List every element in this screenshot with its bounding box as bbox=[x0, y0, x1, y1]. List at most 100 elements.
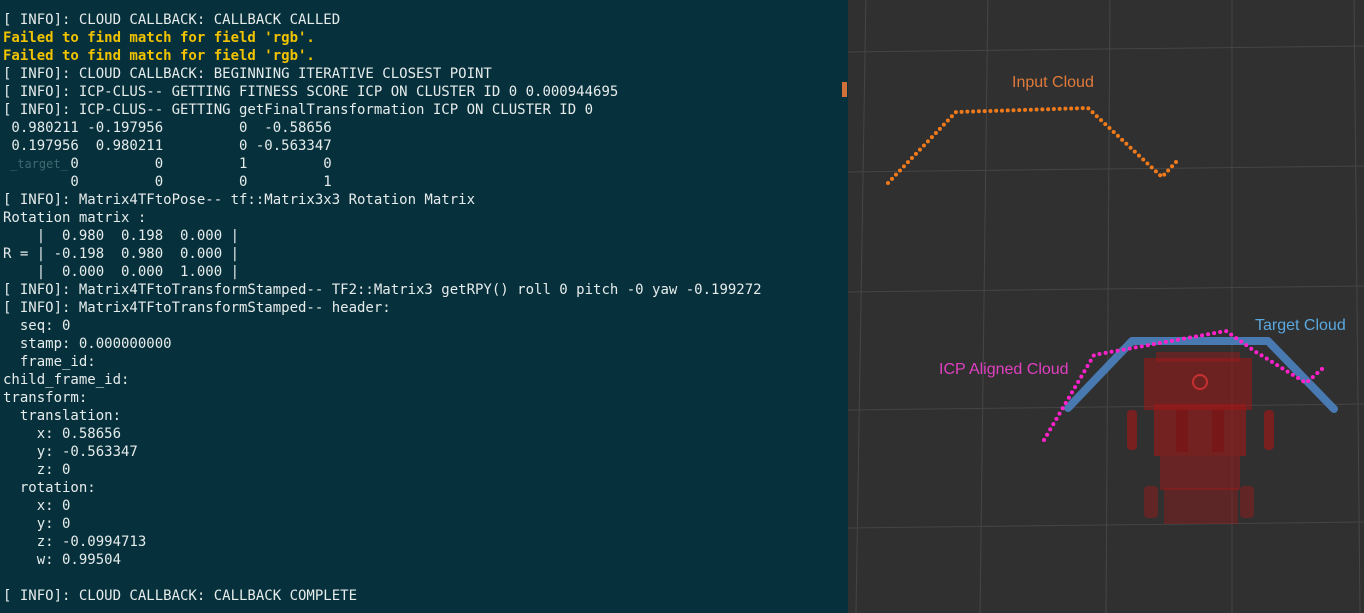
input-cloud-label: Input Cloud bbox=[1012, 74, 1094, 91]
terminal-scroll-marker[interactable] bbox=[842, 82, 847, 97]
robot-model bbox=[1127, 352, 1274, 524]
input-cloud-point bbox=[1120, 137, 1125, 142]
input-cloud-point bbox=[893, 172, 898, 177]
input-cloud-point bbox=[976, 109, 981, 114]
terminal-line: R = | -0.198 0.980 0.000 | bbox=[3, 246, 240, 262]
robot-wheel-rear-right bbox=[1240, 486, 1254, 518]
input-cloud-point bbox=[1107, 126, 1112, 131]
icp-aligned-cloud-point bbox=[1310, 375, 1315, 380]
grid-line bbox=[1353, 0, 1361, 613]
terminal-line: x: 0 bbox=[3, 498, 71, 514]
icp-aligned-cloud-point bbox=[1259, 353, 1264, 358]
icp-aligned-cloud-point bbox=[1145, 343, 1150, 348]
rviz-3d-viewport[interactable]: Input Cloud Target Cloud ICP Aligned Clo… bbox=[848, 0, 1364, 613]
input-cloud-point bbox=[1057, 106, 1062, 111]
input-cloud-point bbox=[1040, 107, 1045, 112]
icp-aligned-cloud-point bbox=[1097, 351, 1102, 356]
icp-aligned-cloud-point bbox=[1163, 339, 1168, 344]
input-cloud-point bbox=[913, 151, 918, 156]
icp-aligned-cloud-point bbox=[1048, 427, 1053, 432]
input-cloud-point bbox=[1162, 172, 1167, 177]
icp-aligned-cloud-point bbox=[1069, 390, 1074, 395]
icp-aligned-cloud-point bbox=[1244, 343, 1249, 348]
icp-aligned-cloud-point bbox=[1079, 374, 1084, 379]
icp-aligned-cloud-point bbox=[1301, 379, 1306, 384]
icp-aligned-cloud-point bbox=[1088, 358, 1093, 363]
icp-aligned-cloud-label: ICP Aligned Cloud bbox=[939, 361, 1069, 378]
icp-aligned-cloud-point bbox=[1109, 349, 1114, 354]
input-cloud-point bbox=[949, 114, 954, 119]
icp-aligned-cloud-point bbox=[1234, 336, 1239, 341]
input-cloud-point bbox=[1034, 107, 1039, 112]
input-cloud-point bbox=[953, 110, 958, 115]
grid-line bbox=[979, 0, 989, 613]
terminal-line: transform: bbox=[3, 390, 88, 406]
input-cloud-point bbox=[897, 168, 902, 173]
icp-aligned-cloud-point bbox=[1103, 350, 1108, 355]
input-cloud-point bbox=[1128, 145, 1133, 150]
input-cloud-point bbox=[988, 108, 993, 113]
terminal-line: y: 0 bbox=[3, 516, 71, 532]
robot-wheel-left bbox=[1127, 410, 1137, 450]
terminal-line: | 0.980 0.198 0.000 | bbox=[3, 228, 240, 244]
robot-base bbox=[1164, 488, 1238, 524]
terminal-line: z: -0.0994713 bbox=[3, 534, 147, 550]
icp-aligned-cloud-point bbox=[1066, 395, 1071, 400]
terminal-warning-line: Failed to find match for field 'rgb'. bbox=[3, 48, 315, 64]
grid-line bbox=[855, 0, 867, 613]
viewport-canvas[interactable] bbox=[848, 0, 1364, 613]
input-cloud-point bbox=[1158, 173, 1163, 178]
terminal-line: [ INFO]: Matrix4TFtoTransformStamped-- T… bbox=[3, 282, 762, 298]
terminal-window[interactable]: [ INFO]: CLOUD CALLBACK: CALLBACK CALLED… bbox=[0, 0, 848, 613]
terminal-output: [ INFO]: CLOUD CALLBACK: CALLBACK CALLED… bbox=[3, 11, 762, 605]
icp-aligned-cloud-point bbox=[1085, 364, 1090, 369]
terminal-line: w: 0.99504 bbox=[3, 552, 122, 568]
icp-aligned-cloud-point bbox=[1175, 337, 1180, 342]
ground-grid bbox=[848, 0, 1364, 613]
input-cloud-point bbox=[1046, 107, 1051, 112]
input-cloud-point bbox=[1103, 122, 1108, 127]
icp-aligned-cloud-point bbox=[1063, 401, 1068, 406]
terminal-line: [ INFO]: CLOUD CALLBACK: CALLBACK COMPLE… bbox=[3, 588, 358, 604]
input-cloud-point bbox=[1086, 106, 1091, 111]
icp-aligned-cloud-point bbox=[1254, 350, 1259, 355]
grid-line bbox=[848, 165, 1364, 173]
input-cloud-point bbox=[937, 126, 942, 131]
input-cloud-point bbox=[959, 109, 964, 114]
input-cloud-point bbox=[1099, 118, 1104, 123]
icp-aligned-cloud-point bbox=[1057, 411, 1062, 416]
icp-aligned-cloud-point bbox=[1133, 345, 1138, 350]
input-cloud-point bbox=[1145, 161, 1150, 166]
icp-aligned-cloud-point bbox=[1091, 353, 1096, 358]
input-cloud-point bbox=[1094, 114, 1099, 119]
terminal-warning-line: Failed to find match for field 'rgb'. bbox=[3, 30, 315, 46]
input-cloud-point bbox=[1141, 157, 1146, 162]
input-cloud-point bbox=[929, 135, 934, 140]
input-cloud-point bbox=[994, 108, 999, 113]
input-cloud-point bbox=[886, 181, 890, 185]
icp-aligned-cloud-point bbox=[1218, 330, 1223, 335]
icp-aligned-cloud-point bbox=[1212, 331, 1217, 336]
input-cloud-point bbox=[999, 108, 1004, 113]
robot-body-top bbox=[1144, 358, 1252, 410]
grid-line bbox=[848, 45, 1364, 53]
terminal-line: [ INFO]: ICP-CLUS-- GETTING getFinalTran… bbox=[3, 102, 594, 118]
input-cloud-point bbox=[1005, 108, 1010, 113]
icp-aligned-cloud-point bbox=[1121, 347, 1126, 352]
grid-line bbox=[848, 521, 1364, 529]
robot-body-middle bbox=[1154, 404, 1246, 456]
icp-aligned-cloud-point bbox=[1264, 356, 1269, 361]
input-cloud-points bbox=[886, 106, 1178, 185]
icp-aligned-cloud-point bbox=[1206, 332, 1211, 337]
icp-aligned-cloud-point bbox=[1045, 432, 1050, 437]
icp-aligned-cloud-point bbox=[1082, 369, 1087, 374]
terminal-background-ghost-text: _target_ bbox=[10, 157, 68, 171]
icp-aligned-cloud-point bbox=[1200, 333, 1205, 338]
target-cloud-label: Target Cloud bbox=[1255, 317, 1346, 334]
terminal-line: [ INFO]: CLOUD CALLBACK: CALLBACK CALLED bbox=[3, 12, 341, 28]
input-cloud-point bbox=[1166, 168, 1171, 173]
icp-aligned-cloud-point bbox=[1224, 329, 1229, 334]
input-cloud-point bbox=[1174, 160, 1178, 164]
input-cloud-point bbox=[941, 122, 946, 127]
input-cloud-point bbox=[905, 160, 910, 165]
